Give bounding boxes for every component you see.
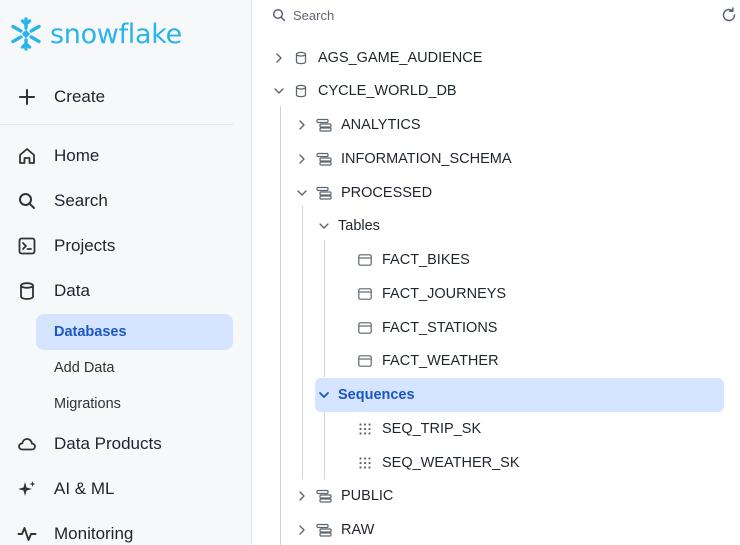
tree-item-label: FACT_BIKES xyxy=(382,252,470,268)
nav-label: Data Products xyxy=(54,434,162,453)
tree-group-tables[interactable]: Tables xyxy=(317,213,380,239)
schema-icon xyxy=(316,151,332,167)
home-icon xyxy=(14,143,40,169)
search-placeholder: Search xyxy=(293,7,335,23)
tree-item-database[interactable]: AGS_GAME_AUDIENCE xyxy=(272,45,482,71)
chevron-down-icon[interactable] xyxy=(272,84,286,98)
tree-item-table[interactable]: FACT_WEATHER xyxy=(357,348,499,374)
nav-label: AI & ML xyxy=(54,479,115,498)
tree-item-label: AGS_GAME_AUDIENCE xyxy=(318,50,483,66)
chevron-right-icon[interactable] xyxy=(295,489,309,503)
left-sidebar: snowflake Create Home Search Projects Da… xyxy=(0,0,252,545)
nav-item-search[interactable]: Search xyxy=(14,186,108,216)
table-icon xyxy=(357,353,373,369)
tree-item-sequence[interactable]: SEQ_WEATHER_SK xyxy=(357,450,520,476)
tree-item-schema[interactable]: ANALYTICS xyxy=(295,112,421,138)
cloud-icon xyxy=(14,431,40,457)
tree-item-table[interactable]: FACT_JOURNEYS xyxy=(357,281,506,307)
tree-guide-line xyxy=(280,106,281,545)
tree-item-database[interactable]: CYCLE_WORLD_DB xyxy=(272,78,457,104)
refresh-icon xyxy=(722,7,736,22)
tree-item-label: SEQ_WEATHER_SK xyxy=(382,455,520,471)
search-icon xyxy=(271,7,287,23)
snowflake-logo[interactable]: snowflake xyxy=(8,14,182,54)
table-icon xyxy=(357,286,373,302)
chevron-right-icon[interactable] xyxy=(272,51,286,65)
tree-item-label: CYCLE_WORLD_DB xyxy=(318,83,457,99)
nav-item-home[interactable]: Home xyxy=(14,141,99,171)
activity-icon xyxy=(14,521,40,545)
tree-item-sequence[interactable]: SEQ_TRIP_SK xyxy=(357,416,481,442)
sub-item-label: Migrations xyxy=(54,396,121,412)
sidebar-item-databases[interactable]: Databases xyxy=(36,314,233,350)
chevron-right-icon[interactable] xyxy=(295,118,309,132)
create-button[interactable]: Create xyxy=(14,84,105,110)
tree-item-label: FACT_STATIONS xyxy=(382,320,498,336)
chevron-right-icon[interactable] xyxy=(295,152,309,166)
chevron-down-icon[interactable] xyxy=(317,388,331,402)
nav-item-data[interactable]: Data xyxy=(14,276,90,306)
tree-guide-line xyxy=(324,412,325,479)
nav-item-monitoring[interactable]: Monitoring xyxy=(14,519,133,545)
nav-label: Search xyxy=(54,191,108,210)
tree-item-schema[interactable]: PROCESSED xyxy=(295,180,432,206)
nav-item-ai-ml[interactable]: AI & ML xyxy=(14,474,114,504)
database-icon xyxy=(293,50,309,66)
schema-icon xyxy=(316,488,332,504)
nav-label: Projects xyxy=(54,236,116,255)
database-icon xyxy=(14,278,40,304)
nav-item-data-products[interactable]: Data Products xyxy=(14,429,162,459)
database-icon xyxy=(293,83,309,99)
tree-item-label: RAW xyxy=(341,522,375,538)
table-icon xyxy=(357,320,373,336)
nav-label: Data xyxy=(54,281,90,300)
sidebar-item-migrations[interactable]: Migrations xyxy=(36,386,233,422)
tree-item-schema[interactable]: PUBLIC xyxy=(295,483,393,509)
tree-group-sequences[interactable]: Sequences xyxy=(315,378,724,412)
plus-icon xyxy=(14,84,40,110)
sparkle-icon xyxy=(14,476,40,502)
schema-icon xyxy=(316,185,332,201)
chevron-right-icon[interactable] xyxy=(295,523,309,537)
tree-item-label: INFORMATION_SCHEMA xyxy=(341,151,512,167)
search-icon xyxy=(14,188,40,214)
tree-item-label: FACT_JOURNEYS xyxy=(382,286,507,302)
tree-guide-line xyxy=(302,206,303,479)
sub-item-label: Databases xyxy=(54,324,127,340)
create-label: Create xyxy=(54,87,106,106)
tree-item-label: PUBLIC xyxy=(341,488,394,504)
tree-guide-line xyxy=(324,240,325,377)
search-input[interactable]: Search xyxy=(271,5,334,25)
sequence-icon xyxy=(357,455,373,471)
brand-name: snowflake xyxy=(50,18,182,50)
tree-item-label: PROCESSED xyxy=(341,185,433,201)
table-icon xyxy=(357,252,373,268)
tree-item-schema[interactable]: RAW xyxy=(295,517,374,543)
tree-item-label: ANALYTICS xyxy=(341,117,421,133)
chevron-down-icon[interactable] xyxy=(295,186,309,200)
schema-icon xyxy=(316,117,332,133)
refresh-button[interactable] xyxy=(720,6,738,24)
sidebar-divider xyxy=(0,124,233,125)
tree-item-table[interactable]: FACT_BIKES xyxy=(357,247,470,273)
snowflake-logo-icon xyxy=(11,17,41,51)
sub-item-label: Add Data xyxy=(54,360,115,376)
nav-label: Monitoring xyxy=(54,524,134,543)
object-explorer: Search AGS_GAME_AUDIENCE CYCLE_WORLD_DB … xyxy=(253,0,740,545)
sequence-icon xyxy=(357,421,373,437)
tree-item-label: FACT_WEATHER xyxy=(382,353,499,369)
terminal-icon xyxy=(14,233,40,259)
schema-icon xyxy=(316,522,332,538)
sidebar-item-add-data[interactable]: Add Data xyxy=(36,350,233,386)
tree-item-label: SEQ_TRIP_SK xyxy=(382,421,482,437)
chevron-down-icon[interactable] xyxy=(317,219,331,233)
nav-item-projects[interactable]: Projects xyxy=(14,231,115,261)
nav-label: Home xyxy=(54,146,100,165)
tree-item-schema[interactable]: INFORMATION_SCHEMA xyxy=(295,146,512,172)
tree-item-table[interactable]: FACT_STATIONS xyxy=(357,315,497,341)
tree-item-label: Sequences xyxy=(338,387,415,403)
tree-item-label: Tables xyxy=(338,218,380,234)
